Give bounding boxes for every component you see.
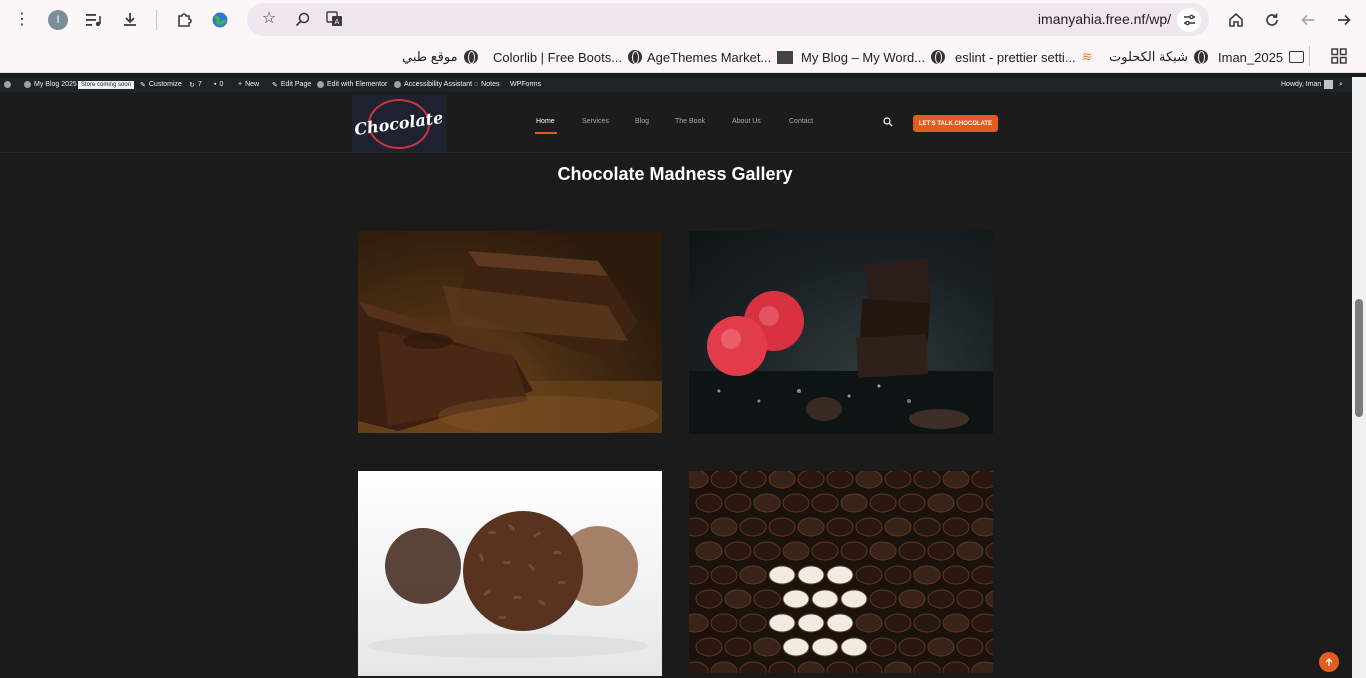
translate-icon[interactable]: A [322,7,346,31]
bookmark-item[interactable]: شبكة الكحلوت [1109,48,1208,66]
bookmark-label: شبكة الكحلوت [1109,49,1188,64]
apps-grid-icon[interactable] [1327,44,1351,68]
adminbar-updates[interactable]: ↻ 7 [189,79,202,90]
site-logo[interactable]: Chocolate [352,95,446,152]
adminbar-wpforms[interactable]: WPForms [510,79,541,90]
star-icon[interactable]: ☆ [257,7,281,31]
scroll-to-top-button[interactable] [1319,652,1339,672]
globe-icon [931,50,946,64]
adminbar-edit-elementor[interactable]: Edit with Elementor [317,79,387,90]
header-search-icon[interactable] [883,117,893,127]
bookmark-item[interactable]: eslint - prettier setti... ≋ [955,48,1093,66]
site-header: Chocolate Home Services Blog The Book Ab… [0,92,1352,153]
nav-about-us[interactable]: About Us [732,118,761,125]
bookmark-folder[interactable]: Iman_2025 [1218,48,1305,66]
address-bar[interactable]: ☆ A imanyahia.free.nf/wp/ [247,3,1209,36]
adminbar-site-name[interactable]: My Blog 2025 [24,79,77,90]
adminbar-accessibility[interactable]: Accessibility Assistant [394,79,472,90]
logo-badge: Chocolate [353,98,445,149]
arrow-right-icon[interactable] [1332,8,1356,32]
nav-home[interactable]: Home [536,118,555,125]
wp-admin-bar: My Blog 2025 Store coming soon ✎ Customi… [0,77,1352,92]
adminbar-notes[interactable]: ◌ Notes [474,79,499,90]
site-thumb-icon [777,50,794,64]
gallery-image-chocolate-bars[interactable] [358,231,662,433]
home-icon [24,81,31,88]
bookmark-item[interactable]: My Blog – My Word... [801,48,946,66]
download-icon[interactable] [118,8,142,32]
more-vertical-icon[interactable]: ⋮ [10,8,34,32]
globe-icon [628,50,643,64]
adminbar-search-icon[interactable]: ⌕ [1339,79,1343,90]
plus-icon: + [238,81,243,88]
bookmark-label: My Blog – My Word... [801,49,926,65]
adminbar-customize[interactable]: ✎ Customize [140,79,182,90]
bookmarks-bar: موقع طبي Colorlib | Free Boots... AgeThe… [0,40,1366,73]
bookmark-item[interactable]: AgeThemes Market... [647,48,794,66]
nav-contact[interactable]: Contact [789,118,813,125]
bookmarks-separator [1309,46,1310,66]
wordpress-logo-icon[interactable] [4,79,11,90]
tune-icon[interactable] [1177,8,1201,32]
nav-services[interactable]: Services [582,118,609,125]
brush-icon: ✎ [140,81,146,89]
user-avatar [1324,80,1334,89]
arrow-left-icon[interactable] [1296,8,1320,32]
store-status-badge[interactable]: Store coming soon [78,79,135,90]
accessibility-icon [394,81,401,88]
browser-toolbar: ⋮ I ☆ A imanyahia.free.nf/wp/ [0,0,1366,40]
bookmark-item[interactable]: Colorlib | Free Boots... [493,48,643,66]
puzzle-icon[interactable] [172,8,196,32]
nav-the-book[interactable]: The Book [675,118,705,125]
reload-icon[interactable] [1260,8,1284,32]
bookmark-label: eslint - prettier setti... [955,49,1076,65]
stackoverflow-icon: ≋ [1081,49,1093,64]
globe-extension-icon[interactable] [208,8,232,32]
globe-icon [463,50,478,64]
nav-active-indicator [535,132,557,134]
home-icon[interactable] [1224,8,1248,32]
playlist-icon[interactable] [82,8,106,32]
updates-icon: ↻ [189,81,195,89]
adminbar-new[interactable]: + New [238,79,259,90]
svg-text:A: A [334,18,339,26]
gallery-image-raspberries-chocolate[interactable] [689,231,993,434]
scrollbar-thumb[interactable] [1355,299,1363,417]
bookmark-label: موقع طبي [402,49,458,64]
adminbar-account[interactable]: Howdy, Iman [1281,79,1334,90]
profile-button[interactable]: I [46,8,70,32]
profile-avatar: I [48,10,68,30]
bookmark-label: Iman_2025 [1218,49,1284,65]
bookmark-label: AgeThemes Market... [647,49,772,65]
bookmark-label: Colorlib | Free Boots... [493,49,623,65]
nav-blog[interactable]: Blog [635,118,649,125]
search-lens-icon[interactable] [290,7,314,31]
gallery-image-pralines[interactable] [689,471,993,673]
globe-icon [1193,50,1208,64]
toolbar-separator [156,10,157,30]
gallery-image-truffles[interactable] [358,471,662,676]
gallery-title: Chocolate Madness Gallery [557,164,793,184]
adminbar-comments[interactable]: ▪ 0 [214,79,223,90]
notes-icon: ◌ [474,81,479,88]
pencil-icon: ✎ [272,81,278,89]
folder-icon [1289,51,1305,63]
adminbar-edit-page[interactable]: ✎ Edit Page [272,79,311,90]
url-text[interactable]: imanyahia.free.nf/wp/ [1038,11,1171,27]
comment-icon: ▪ [214,81,217,88]
logo-text: Chocolate [353,107,445,140]
elementor-icon [317,81,324,88]
cta-button[interactable]: LET'S TALK CHOCOLATE [913,115,998,132]
bookmark-item[interactable]: موقع طبي [402,48,478,66]
